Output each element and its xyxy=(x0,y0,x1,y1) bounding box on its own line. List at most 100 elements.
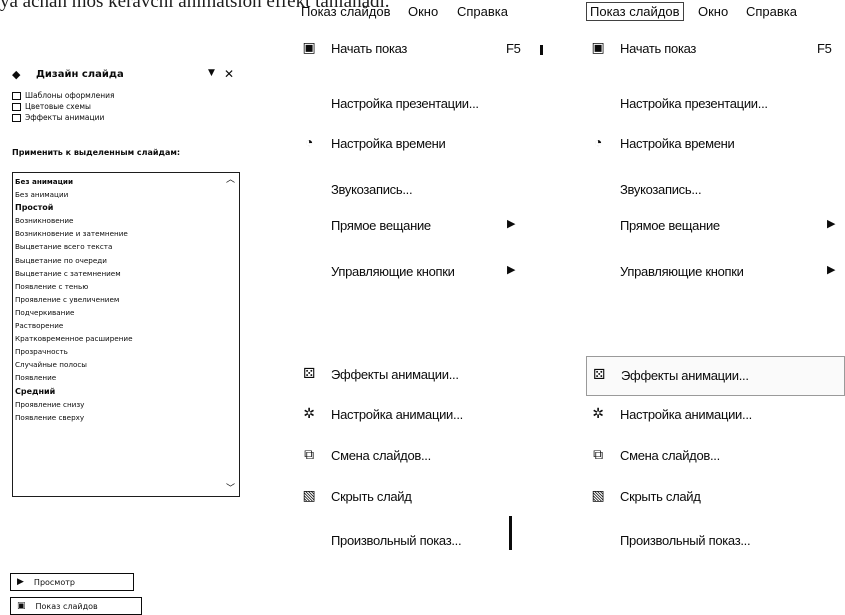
menu-item[interactable]: ▣ Начать показ F5 xyxy=(297,30,537,70)
menu-item-label: Начать показ xyxy=(620,41,697,56)
menu-item-label: Произвольный показ... xyxy=(620,533,751,548)
effects-list-item[interactable]: Подчеркивание xyxy=(15,306,225,319)
menu-item-label: Настройка времени xyxy=(331,136,446,151)
menu-item-label: Прямое вещание xyxy=(331,218,431,233)
link-color-schemes[interactable]: Цветовые схемы xyxy=(12,101,244,112)
custom-animation-icon: ✲ xyxy=(592,405,604,421)
menu-item[interactable]: ⧉ Смена слайдов... xyxy=(297,437,537,477)
menu-window[interactable]: Окно xyxy=(408,4,438,19)
dropdown-left: ▣ Начать показ F5 Настройка презентации... ◔… xyxy=(297,22,537,584)
menu-item[interactable]: ⚄ Эффекты анимации... xyxy=(586,356,845,396)
submenu-arrow-icon: ▶ xyxy=(827,218,836,230)
effects-list-item[interactable]: Выцветание всего текста xyxy=(15,240,225,253)
menu-item-label: Настройка анимации... xyxy=(620,407,752,422)
animation-effects-list[interactable]: Без анимации Без анимации Простой Возникнов… xyxy=(12,172,240,497)
menu-item[interactable]: Настройка презентации... xyxy=(586,85,845,125)
effects-list-item[interactable]: Появление сверху xyxy=(15,411,225,424)
scroll-up-icon[interactable]: ︿ xyxy=(226,173,235,185)
menu-item[interactable]: Управляющие кнопки ▶ xyxy=(297,253,537,293)
effects-list-item[interactable]: Без анимации xyxy=(15,188,225,201)
slideshow-menu-right: Показ слайдов Окно Справка ▣ Начать показ… xyxy=(586,0,845,586)
effects-list-item[interactable]: Проявление снизу xyxy=(15,398,225,411)
menu-item-label: Скрыть слайд xyxy=(331,489,412,504)
effects-list-item[interactable]: Возникновение и затемнение xyxy=(15,227,225,240)
menu-slideshow[interactable]: Показ слайдов xyxy=(301,4,391,19)
apply-to-selected-label: Применить к выделенным слайдам: xyxy=(12,148,181,157)
menu-item[interactable]: Звукозапись... xyxy=(297,171,537,211)
menu-help[interactable]: Справка xyxy=(746,4,797,19)
menu-help[interactable]: Справка xyxy=(457,4,508,19)
task-pane-header: ◆ Дизайн слайда ▼ ✕ xyxy=(12,67,242,86)
effects-list-item[interactable]: Выцветание по очереди xyxy=(15,254,225,267)
menu-item[interactable]: ▧ Скрыть слайд xyxy=(586,478,845,518)
effects-list-item[interactable]: Появление с тенью xyxy=(15,280,225,293)
menu-item-label: Настройка презентации... xyxy=(331,96,479,111)
menu-item[interactable]: Прямое вещание ▶ xyxy=(297,207,537,247)
menu-item-label: Настройка презентации... xyxy=(620,96,768,111)
menu-item[interactable]: ◔ Настройка времени xyxy=(297,125,537,165)
animation-icon xyxy=(12,113,21,122)
effects-list-item[interactable]: Прозрачность xyxy=(15,345,225,358)
menu-item-label: Настройка времени xyxy=(620,136,735,151)
submenu-arrow-icon: ▶ xyxy=(507,264,516,276)
task-pane-dropdown-icon[interactable]: ▼ xyxy=(208,68,215,78)
menu-item-label: Звукозапись... xyxy=(331,182,413,197)
menu-item-label: Управляющие кнопки xyxy=(620,264,744,279)
effects-list-item[interactable]: Возникновение xyxy=(15,214,225,227)
submenu-arrow-icon: ▶ xyxy=(827,264,836,276)
menu-item[interactable]: Звукозапись... xyxy=(586,171,845,211)
menu-item-shortcut: F5 xyxy=(817,41,832,56)
menu-item[interactable]: ✲ Настройка анимации... xyxy=(297,396,537,436)
slideshow-icon: ▣ xyxy=(591,39,605,55)
menu-item[interactable]: Произвольный показ... xyxy=(297,522,537,562)
menu-item-shortcut: F5 xyxy=(506,41,521,56)
menu-item-label: Произвольный показ... xyxy=(331,533,462,548)
menu-item-label: Прямое вещание xyxy=(620,218,720,233)
effects-list-item[interactable]: Без анимации xyxy=(15,175,225,188)
effects-category-header: Простой xyxy=(15,203,54,213)
menu-item-label: Звукозапись... xyxy=(620,182,702,197)
slideshow-menu-left: Показ слайдов Окно Справка ▣ Начать показ… xyxy=(297,0,547,586)
slideshow-button[interactable]: ▣ Показ слайдов xyxy=(10,597,142,615)
menu-item[interactable]: ⧉ Смена слайдов... xyxy=(586,437,845,477)
menu-window[interactable]: Окно xyxy=(698,4,728,19)
menu-item[interactable]: ▧ Скрыть слайд xyxy=(297,478,537,518)
link-animation-schemes[interactable]: Эффекты анимации xyxy=(12,112,244,123)
menu-item[interactable]: Прямое вещание ▶ xyxy=(586,207,845,247)
menu-item-label: Управляющие кнопки xyxy=(331,264,455,279)
effects-list-item[interactable]: Появление xyxy=(15,371,225,384)
menu-item-label: Настройка анимации... xyxy=(331,407,463,422)
custom-animation-icon: ✲ xyxy=(303,405,315,421)
effects-list-item[interactable]: Случайные полосы xyxy=(15,358,225,371)
menu-item[interactable]: ▣ Начать показ F5 xyxy=(586,30,845,70)
menu-item[interactable]: ✲ Настройка анимации... xyxy=(586,396,845,436)
link-design-templates[interactable]: Шаблоны оформления xyxy=(12,90,244,101)
effects-list-items: Без анимации Без анимации Простой Возникнов… xyxy=(15,175,225,424)
preview-button[interactable]: ▶ Просмотр xyxy=(10,573,134,591)
menu-item-label: Эффекты анимации... xyxy=(621,368,749,383)
scroll-down-icon[interactable]: ﹀ xyxy=(226,481,235,494)
slideshow-icon: ▣ xyxy=(302,39,316,55)
menu-slideshow-open[interactable]: Показ слайдов xyxy=(586,2,684,21)
slideshow-icon: ▣ xyxy=(17,601,26,611)
menu-item[interactable]: ⚄ Эффекты анимации... xyxy=(297,356,537,396)
list-scrollbar[interactable]: ︿ ﹀ xyxy=(224,173,239,496)
effects-list-item[interactable]: Растворение xyxy=(15,319,225,332)
close-icon[interactable]: ✕ xyxy=(224,67,234,81)
submenu-arrow-icon: ▶ xyxy=(507,218,516,230)
menu-item-label: Эффекты анимации... xyxy=(331,367,459,382)
effects-list-item[interactable]: Выцветание с затемнением xyxy=(15,267,225,280)
task-pane-links: Шаблоны оформления Цветовые схемы Эффект… xyxy=(12,90,244,123)
menu-item-label: Начать показ xyxy=(331,41,408,56)
menu-item[interactable]: Настройка презентации... xyxy=(297,85,537,125)
menu-item[interactable]: ◔ Настройка времени xyxy=(586,125,845,165)
menu-item-label: Смена слайдов... xyxy=(331,448,431,463)
menu-item[interactable]: Управляющие кнопки ▶ xyxy=(586,253,845,293)
timer-icon: ◔ xyxy=(304,134,314,150)
timer-icon: ◔ xyxy=(593,134,603,150)
effects-list-item[interactable]: Проявление с увеличением xyxy=(15,293,225,306)
menu-item[interactable]: Произвольный показ... xyxy=(586,522,845,562)
effects-list-item[interactable]: Кратковременное расширение xyxy=(15,332,225,345)
task-pane-title: Дизайн слайда xyxy=(36,69,124,80)
back-diamond-icon[interactable]: ◆ xyxy=(12,68,20,81)
